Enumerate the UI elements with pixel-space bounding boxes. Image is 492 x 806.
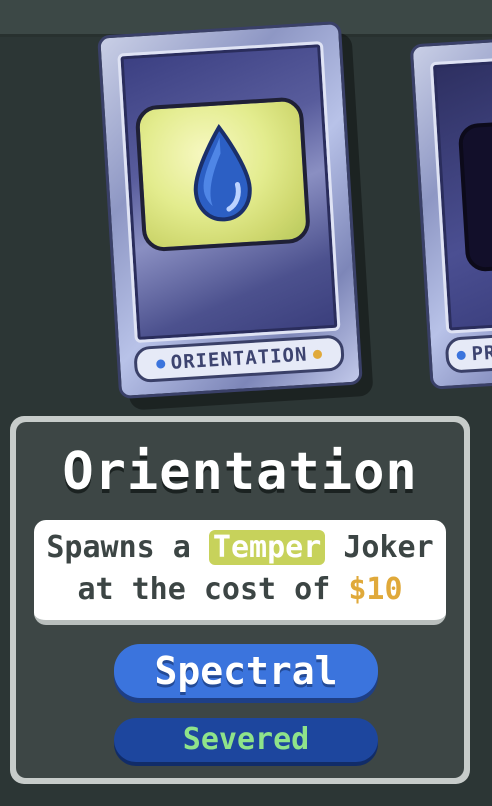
description-line-1: Spawns a Temper Joker: [34, 530, 446, 565]
card-type-badge: Spectral: [114, 644, 378, 698]
side-card[interactable]: PR: [409, 32, 492, 390]
cost-value: $10: [348, 572, 403, 607]
card-edition-badge: Severed: [114, 718, 378, 762]
description-text: at the cost of: [77, 572, 349, 607]
side-card-label: PR: [444, 327, 492, 374]
card-name-plate: ORIENTATION: [133, 334, 345, 384]
description-line-2: at the cost of $10: [34, 572, 446, 607]
card-icon-frame: [134, 96, 312, 253]
label-dot-icon: [456, 350, 466, 360]
side-card-name: PR: [470, 341, 492, 366]
label-dot-right-icon: [313, 349, 323, 359]
card-info-panel-inner: Orientation Spawns a Temper Joker at the…: [16, 422, 464, 778]
water-drop-icon: [193, 123, 252, 222]
description-text: Spawns a: [46, 530, 209, 565]
temper-highlight: Temper: [208, 530, 326, 565]
card-body: ORIENTATION: [97, 20, 363, 400]
spectral-card[interactable]: ORIENTATION: [97, 20, 374, 411]
side-card-body: PR: [409, 32, 492, 390]
card-description: Spawns a Temper Joker at the cost of $10: [34, 520, 446, 625]
card-info-panel: Orientation Spawns a Temper Joker at the…: [10, 416, 470, 784]
description-text: Joker: [325, 530, 434, 565]
label-dot-left-icon: [155, 358, 166, 369]
card-name: ORIENTATION: [170, 343, 309, 374]
card-title: Orientation: [62, 442, 418, 502]
